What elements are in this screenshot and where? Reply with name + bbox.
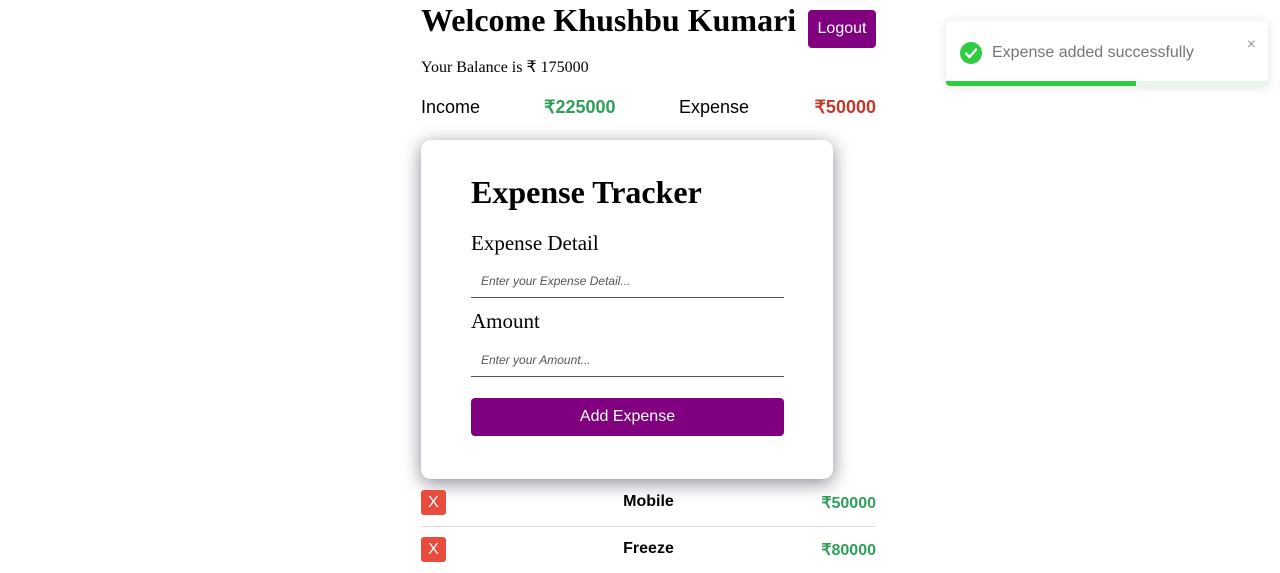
income-value: ₹225000 — [544, 97, 616, 117]
logout-button[interactable]: Logout — [808, 10, 876, 48]
amount-input[interactable] — [471, 343, 784, 377]
success-toast[interactable]: Expense added successfully × — [946, 21, 1268, 86]
form-title: Expense Tracker — [471, 174, 702, 210]
check-circle-icon — [960, 42, 982, 64]
expense-name: Freeze — [623, 540, 674, 557]
close-icon[interactable]: × — [1247, 37, 1256, 53]
add-expense-button[interactable]: Add Expense — [471, 398, 784, 436]
expense-amount: ₹50000 — [821, 495, 876, 512]
balance-text: Your Balance is ₹ 175000 — [421, 59, 589, 76]
expense-detail-input[interactable] — [471, 264, 784, 298]
expense-row: X Freeze ₹80000 — [421, 527, 876, 573]
toast-progress-bar — [946, 81, 1136, 86]
summary-bar: Income ₹225000 Expense ₹50000 — [421, 97, 876, 119]
expense-detail-label: Expense Detail — [471, 231, 599, 255]
expense-amount: ₹80000 — [821, 542, 876, 559]
expense-row: X Mobile ₹50000 — [421, 480, 876, 527]
amount-label: Amount — [471, 309, 540, 333]
expense-name: Mobile — [623, 493, 674, 510]
expense-label: Expense — [679, 97, 750, 117]
toast-message: Expense added successfully — [992, 44, 1194, 61]
expense-value: ₹50000 — [814, 97, 876, 117]
income-label: Income — [421, 97, 481, 117]
welcome-heading: Welcome Khushbu Kumari — [421, 2, 797, 38]
expense-form-card: Expense Tracker Expense Detail Amount Ad… — [421, 140, 833, 479]
